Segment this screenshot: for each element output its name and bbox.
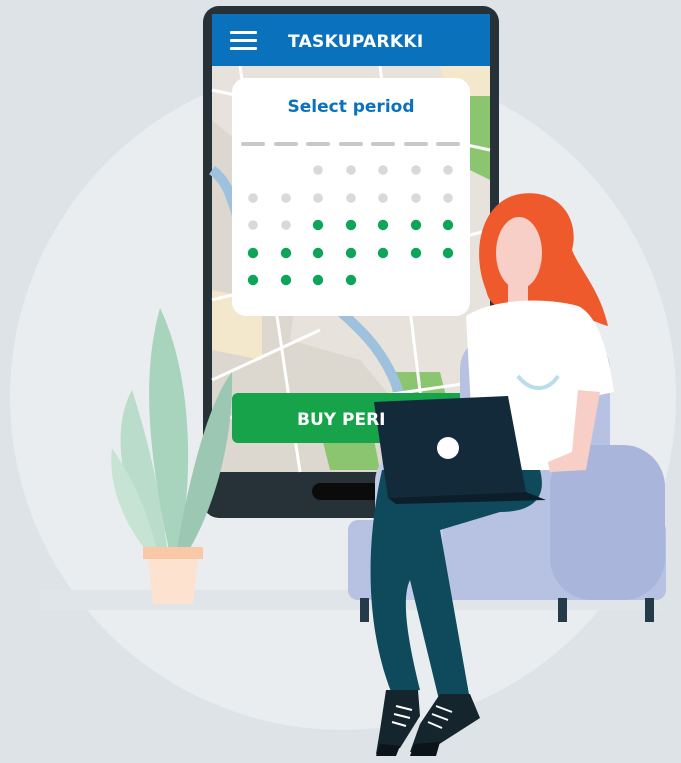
calendar-day-selected[interactable] — [345, 274, 357, 286]
calendar-day-selected[interactable] — [377, 219, 389, 231]
calendar-day-inactive[interactable] — [443, 193, 453, 203]
calendar-day-inactive[interactable] — [346, 193, 356, 203]
calendar-day-inactive[interactable] — [411, 193, 421, 203]
hero-illustration: TASKUPARKKI Select period BUY PERI — [0, 0, 681, 763]
calendar-day-selected[interactable] — [345, 219, 357, 231]
calendar-day-selected[interactable] — [280, 274, 292, 286]
calendar-day-inactive[interactable] — [248, 193, 258, 203]
calendar-day-inactive[interactable] — [313, 193, 323, 203]
calendar-day-selected[interactable] — [280, 247, 292, 259]
calendar-day-selected[interactable] — [377, 247, 389, 259]
calendar-day-selected[interactable] — [442, 219, 454, 231]
calendar-day-inactive[interactable] — [443, 165, 453, 175]
calendar-day-selected[interactable] — [312, 274, 324, 286]
buy-permit-label[interactable]: BUY PERI — [297, 406, 385, 434]
calendar-day-selected[interactable] — [410, 247, 422, 259]
calendar-day-inactive[interactable] — [281, 193, 291, 203]
face — [496, 217, 542, 289]
calendar-day-inactive[interactable] — [281, 220, 291, 230]
calendar-day-selected[interactable] — [247, 247, 259, 259]
calendar-day-inactive[interactable] — [313, 165, 323, 175]
calendar-day-inactive[interactable] — [378, 165, 388, 175]
calendar-day-inactive[interactable] — [378, 193, 388, 203]
select-period-title: Select period — [287, 97, 415, 117]
calendar-day-inactive[interactable] — [411, 165, 421, 175]
calendar-day-selected[interactable] — [247, 274, 259, 286]
calendar-day-inactive[interactable] — [248, 220, 258, 230]
calendar-day-selected[interactable] — [345, 247, 357, 259]
calendar-day-selected[interactable] — [410, 219, 422, 231]
calendar-day-inactive[interactable] — [346, 165, 356, 175]
menu-button[interactable] — [224, 24, 264, 58]
laptop-logo-icon — [437, 437, 459, 459]
calendar-day-selected[interactable] — [442, 247, 454, 259]
calendar-day-selected[interactable] — [312, 219, 324, 231]
calendar-day-selected[interactable] — [312, 247, 324, 259]
neck — [508, 280, 528, 304]
plant-pot-rim — [143, 547, 203, 559]
app-title: TASKUPARKKI — [288, 32, 424, 52]
plant-pot — [148, 559, 198, 604]
